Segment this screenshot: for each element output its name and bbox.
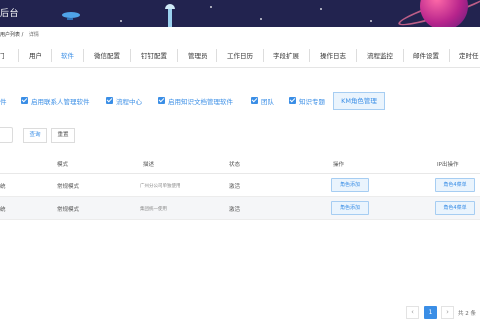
tab-process-monitor[interactable]: 流程监控: [367, 44, 393, 68]
blimp-illustration: [62, 12, 80, 20]
tab-admins[interactable]: 管理员: [188, 44, 208, 68]
breadcrumb-current: 详情: [28, 32, 39, 38]
tab-field-extension[interactable]: 字段扩展: [273, 44, 299, 68]
tab-operation-log[interactable]: 操作日志: [320, 44, 346, 68]
pagination-total: 共 2 条: [458, 311, 476, 317]
column-header-mode: 模式: [57, 162, 69, 168]
table-row: 统 常规模式 集团统一使用 激活 角色添加 角色4菜单: [0, 197, 480, 220]
cell-mode: 常规模式: [57, 207, 80, 213]
tab-scheduled-tasks[interactable]: 定时任: [459, 44, 479, 68]
tab-work-calendar[interactable]: 工作日历: [227, 44, 253, 68]
permission-checkbox-process-center[interactable]: [106, 97, 113, 104]
pagination-page-1[interactable]: 1: [424, 306, 437, 319]
permission-label-contacts[interactable]: 启用联系人管理软件: [31, 96, 90, 106]
tab-divider: [309, 49, 310, 62]
star-decoration: [260, 18, 262, 20]
tab-divider: [177, 49, 178, 62]
permission-label-knowledge-docs[interactable]: 启用知识文档管理软件: [168, 96, 233, 106]
star-decoration: [210, 6, 212, 8]
permission-label-process-center[interactable]: 流程中心: [116, 96, 142, 106]
table-header: 模式 描述 状态 操作 IP出操作: [0, 155, 480, 174]
permission-label: 件: [0, 98, 7, 106]
cell-name: 统: [0, 207, 6, 213]
role-menu-button[interactable]: 角色4菜单: [435, 201, 475, 215]
km-role-management-button[interactable]: KM角色管理: [333, 92, 385, 110]
table-row: 统 常规模式 广州分公司单独使用 激活 角色添加 角色4菜单: [0, 174, 480, 197]
tab-dingtalk-config[interactable]: 钉钉配置: [141, 44, 167, 68]
permission-checkbox-contacts[interactable]: [21, 97, 28, 104]
star-decoration: [370, 20, 372, 22]
reset-button[interactable]: 重置: [51, 128, 75, 143]
column-header-status: 状态: [229, 162, 241, 168]
planet-illustration: [420, 0, 468, 27]
column-header-ip-actions: IP出操作: [437, 162, 459, 168]
star-decoration: [120, 20, 122, 22]
tab-bar: 门 用户 软件 微信配置 钉钉配置 管理员 工作日历 字段扩展 操作日志 流程监…: [0, 44, 480, 68]
pagination-prev-button[interactable]: ‹: [406, 306, 419, 319]
tab-wechat-config[interactable]: 微信配置: [94, 44, 120, 68]
tab-software[interactable]: 软件: [61, 44, 74, 68]
app-title: 后台: [0, 9, 20, 19]
role-add-button[interactable]: 角色添加: [331, 201, 369, 215]
column-header-actions: 操作: [333, 162, 345, 168]
tab-divider: [51, 49, 52, 62]
cell-name: 统: [0, 184, 6, 190]
software-permissions: 件 启用联系人管理软件 流程中心 启用知识文档管理软件 团队 知识专题 KM角色…: [0, 92, 480, 112]
cell-mode: 常规模式: [57, 184, 80, 190]
tab-divider: [18, 49, 19, 62]
tab-divider: [403, 49, 404, 62]
role-add-button[interactable]: 角色添加: [331, 178, 369, 192]
query-button[interactable]: 查询: [23, 128, 47, 143]
permission-label-knowledge-topic[interactable]: 知识专题: [299, 96, 325, 106]
search-input[interactable]: [0, 127, 13, 143]
page: 后台 用户列表 / 详情 门 用户 软件 微信配置 钉钉配置 管理员 工作日历 …: [0, 0, 480, 320]
tab-divider: [356, 49, 357, 62]
tab-users[interactable]: 用户: [29, 44, 42, 68]
breadcrumb-parent[interactable]: 用户列表: [0, 32, 20, 38]
breadcrumb: 用户列表 / 详情: [0, 32, 39, 38]
tab-department[interactable]: 门: [0, 44, 5, 68]
cell-status: 激活: [229, 207, 241, 213]
pagination-next-button[interactable]: ›: [441, 306, 454, 319]
permission-label-team[interactable]: 团队: [261, 96, 274, 106]
role-menu-button[interactable]: 角色4菜单: [435, 178, 475, 192]
permission-checkbox-team[interactable]: [251, 97, 258, 104]
permission-checkbox-knowledge-docs[interactable]: [158, 97, 165, 104]
cell-status: 激活: [229, 184, 241, 190]
tower-illustration: [165, 4, 175, 27]
tab-divider: [263, 49, 264, 62]
tab-divider: [216, 49, 217, 62]
star-decoration: [320, 8, 322, 10]
tab-divider: [449, 49, 450, 62]
tab-divider: [83, 49, 84, 62]
column-header-description: 描述: [143, 162, 155, 168]
tab-mail-settings[interactable]: 邮件设置: [413, 44, 439, 68]
cell-description: 集团统一使用: [140, 207, 167, 212]
header-banner: 后台: [0, 0, 480, 27]
permission-checkbox-knowledge-topic[interactable]: [289, 97, 296, 104]
cell-description: 广州分公司单独使用: [140, 184, 181, 189]
tab-divider: [130, 49, 131, 62]
